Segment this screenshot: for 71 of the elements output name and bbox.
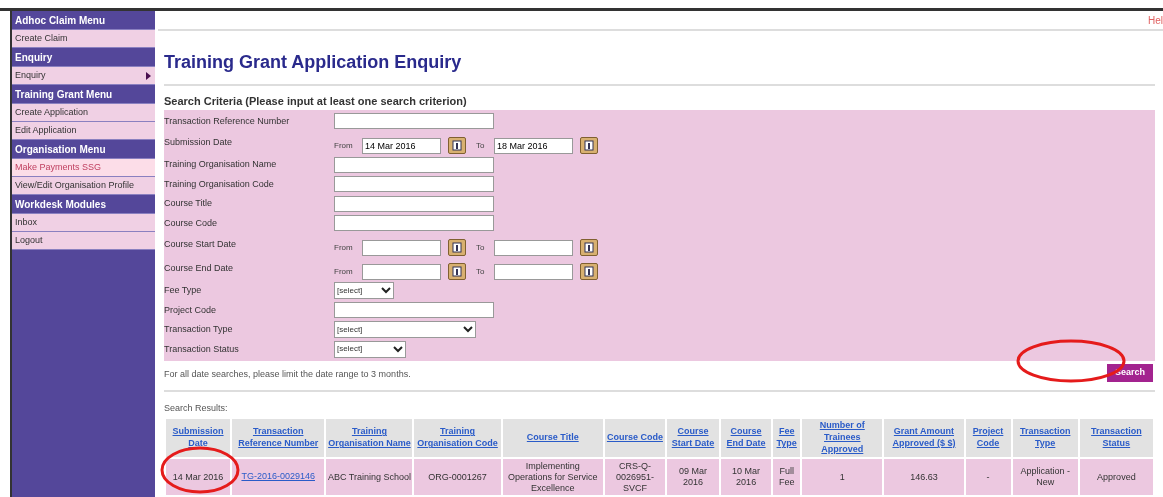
table-cell: Implementing Operations for Service Excellence (502, 459, 603, 495)
calendar-icon[interactable] (580, 263, 598, 280)
table-cell: 09 Mar 2016 (667, 459, 720, 495)
from-label: From (334, 241, 354, 254)
text-field[interactable]: 18 Mar 2016 (494, 137, 573, 154)
text-field[interactable] (362, 239, 441, 256)
table-cell: Full Fee (773, 459, 801, 495)
to-label: To (476, 241, 486, 254)
table-cell: - (965, 459, 1011, 495)
sidebar-item[interactable]: Enquiry (12, 67, 155, 85)
field-label: Training Organisation Code (164, 177, 275, 191)
table-cell: CRS-Q-0026951-SVCF (604, 459, 665, 495)
from-label: From (334, 139, 354, 152)
text-field[interactable] (334, 302, 494, 319)
help-link[interactable]: Hel (1148, 12, 1163, 28)
field-label: Submission Date (164, 136, 234, 150)
sidebar-item[interactable]: Create Claim (12, 30, 155, 48)
sidebar-item[interactable]: View/Edit Organisation Profile (12, 177, 155, 195)
calendar-icon[interactable] (580, 239, 598, 256)
text-field[interactable] (334, 156, 494, 173)
sidebar-item[interactable]: Create Application (12, 104, 155, 122)
column-header-link[interactable]: Course Title (526, 431, 579, 444)
section-heading: Search Criteria (Please input at least one search criterion) (164, 94, 468, 109)
table-cell: Approved (1079, 459, 1153, 495)
table-cell: 1 (802, 459, 883, 495)
text-field[interactable] (494, 239, 573, 256)
field-label: Course Title (164, 197, 214, 210)
table-cell: Application - New (1012, 459, 1078, 495)
chevron-down-icon (393, 345, 403, 353)
field-label: Project Code (164, 303, 218, 317)
chevron-down-icon (381, 287, 391, 295)
table-cell: 10 Mar 2016 (721, 459, 772, 495)
sidebar-item[interactable]: Inbox (12, 214, 155, 232)
field-label: Course End Date (164, 262, 235, 276)
calendar-icon[interactable] (448, 263, 466, 280)
dropdown[interactable]: [select] (334, 340, 406, 358)
dropdown[interactable]: [select] (334, 321, 476, 339)
table-cell: 146.63 (884, 459, 964, 495)
page-title: Training Grant Application Enquiry (164, 51, 463, 74)
calendar-icon[interactable] (448, 137, 466, 154)
sidebar-item[interactable]: Logout (12, 232, 155, 250)
text-field[interactable]: 14 Mar 2016 (362, 137, 441, 154)
column-header-link[interactable]: Number of Trainees Approved (803, 419, 882, 456)
table-cell: ORG-0001267 (414, 459, 501, 495)
dropdown[interactable]: [select] (334, 282, 394, 300)
date-range-note: For all date searches, please limit the date range to 3 months. (164, 368, 411, 381)
chevron-down-icon (463, 326, 473, 334)
calendar-icon[interactable] (580, 137, 598, 154)
field-label: Transaction Reference Number (164, 114, 291, 128)
results-heading: Search Results: (164, 401, 229, 415)
field-label: Course Code (164, 216, 219, 230)
field-label: Training Organisation Name (164, 158, 278, 171)
field-label: Course Start Date (164, 238, 238, 252)
from-label: From (334, 265, 354, 278)
text-field[interactable] (334, 113, 494, 130)
text-field[interactable] (334, 215, 494, 232)
sidebar-item[interactable]: Edit Application (12, 122, 155, 140)
to-label: To (476, 139, 486, 152)
field-label: Transaction Type (164, 323, 234, 336)
field-label: Transaction Status (164, 342, 240, 356)
table-cell: 14 Mar 2016 (166, 459, 231, 495)
text-field[interactable] (494, 263, 573, 280)
text-field[interactable] (334, 176, 494, 193)
sidebar-item[interactable]: Make Payments SSG (12, 159, 155, 177)
field-label: Fee Type (164, 284, 203, 297)
calendar-icon[interactable] (448, 239, 466, 256)
to-label: To (476, 265, 486, 278)
text-field[interactable] (362, 263, 441, 280)
submenu-arrow-icon (146, 71, 151, 80)
text-field[interactable] (334, 195, 494, 212)
table-cell: ABC Training School (326, 459, 413, 495)
